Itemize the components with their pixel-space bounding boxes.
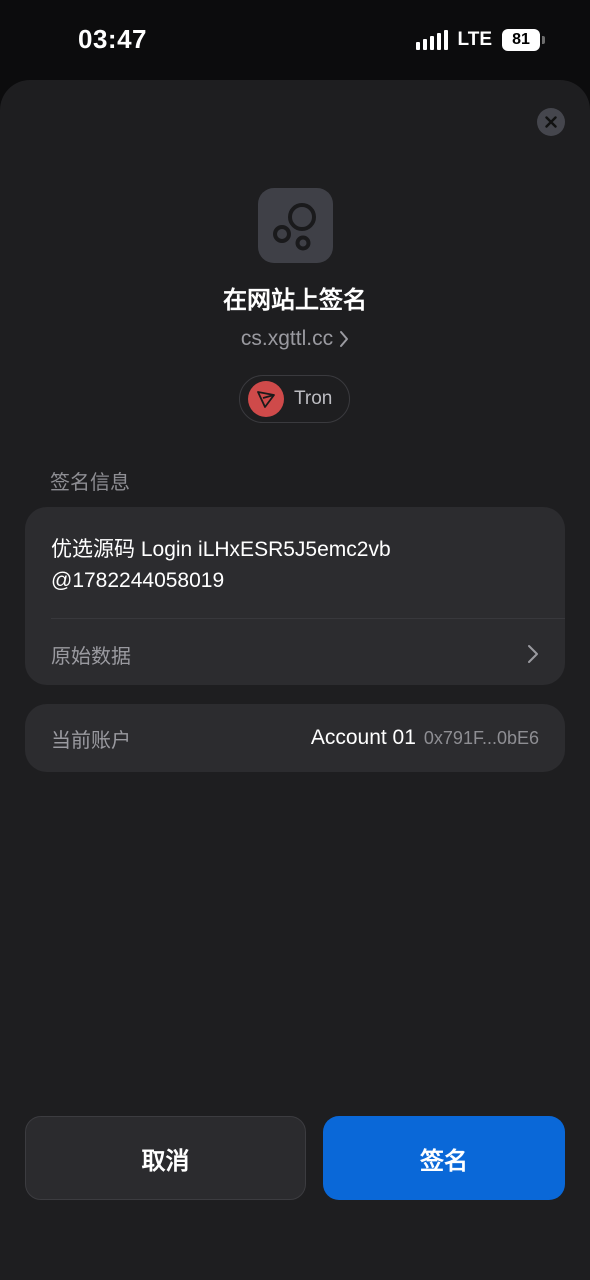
close-icon [545,116,557,128]
message-section-label: 签名信息 [50,472,130,494]
tron-logo-icon [248,381,284,417]
account-address: 0x791F...0bE6 [423,727,539,748]
sign-request-sheet: 在网站上签名 cs.xgttl.cc Tron 签名信息 优选源码 Login … [0,80,590,1280]
dapp-logo [258,188,333,263]
chevron-right-icon [528,645,538,663]
site-link[interactable]: cs.xgttl.cc [0,327,590,351]
site-domain: cs.xgttl.cc [240,327,334,350]
sign-message-line-2: @1782244058019 [51,569,225,592]
account-label: 当前账户 [51,729,131,752]
network-type: LTE [457,29,492,50]
chain-name: Tron [294,388,333,409]
cancel-button[interactable]: 取消 [25,1116,306,1200]
raw-data-row[interactable]: 原始数据 [51,637,539,671]
sign-message-line-1: 优选源码 Login iLHxESR5J5emc2vb [51,538,391,561]
bubbles-logo-icon [273,203,316,251]
message-card: 优选源码 Login iLHxESR5J5emc2vb @17822440580… [25,507,565,685]
battery-icon: 81 [502,29,545,51]
close-button[interactable] [537,108,565,136]
sign-button[interactable]: 签名 [323,1116,565,1200]
signal-icon [415,30,448,50]
sign-message: 优选源码 Login iLHxESR5J5emc2vb @17822440580… [51,534,531,596]
status-indicators: LTE 81 [415,27,545,53]
account-name: Account 01 [310,726,416,749]
account-card[interactable]: 当前账户 Account 01 0x791F...0bE6 [25,704,565,772]
raw-data-label: 原始数据 [51,645,131,668]
divider [51,618,565,619]
chain-badge: Tron [239,375,350,423]
page-title: 在网站上签名 [223,287,367,314]
status-time: 03:47 [78,24,147,54]
battery-level: 81 [512,31,530,48]
chevron-right-icon [340,331,349,347]
status-bar: 03:47 LTE 81 [0,0,590,80]
